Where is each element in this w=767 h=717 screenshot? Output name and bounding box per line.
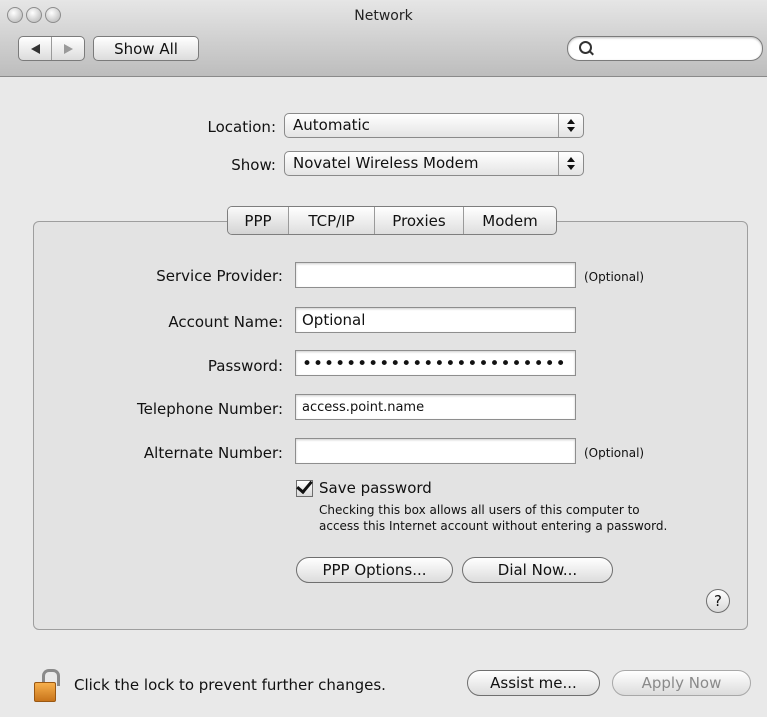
show-all-button[interactable]: Show All (93, 36, 199, 61)
save-password-hint-line2: access this Internet account without ent… (319, 519, 668, 533)
tab-tcp-ip[interactable]: TCP/IP (289, 207, 375, 234)
tab-bar: PPP TCP/IP Proxies Modem (227, 206, 557, 235)
account-name-label: Account Name: (168, 313, 283, 331)
show-label: Show: (231, 156, 276, 174)
alternate-number-field[interactable] (295, 438, 576, 464)
alternate-number-label: Alternate Number: (143, 444, 283, 462)
password-field[interactable]: •••••••••••••••••••••••• (295, 350, 576, 376)
assist-me-button[interactable]: Assist me... (467, 670, 600, 696)
apply-now-button[interactable]: Apply Now (612, 670, 751, 696)
back-arrow-icon (30, 43, 40, 54)
forward-arrow-icon (63, 43, 73, 54)
window-toolbar: Network Show All (0, 0, 767, 77)
ppp-options-button[interactable]: PPP Options... (296, 557, 453, 583)
password-label: Password: (207, 357, 283, 375)
telephone-number-label: Telephone Number: (137, 400, 283, 418)
search-field[interactable] (567, 36, 763, 61)
lock-status-text: Click the lock to prevent further change… (74, 676, 386, 694)
search-input[interactable] (596, 39, 750, 59)
location-popup[interactable]: Automatic (284, 113, 584, 138)
checkmark-icon (296, 476, 313, 495)
popup-arrows-icon (558, 114, 583, 137)
forward-button[interactable] (52, 37, 84, 60)
window-title: Network (354, 8, 413, 24)
show-popup[interactable]: Novatel Wireless Modem (284, 151, 584, 176)
help-button[interactable]: ? (706, 589, 730, 613)
tab-proxies[interactable]: Proxies (375, 207, 464, 234)
location-value: Automatic (293, 116, 370, 134)
tab-modem[interactable]: Modem (464, 207, 556, 234)
dial-now-button[interactable]: Dial Now... (462, 557, 613, 583)
alternate-number-optional: (Optional) (584, 446, 645, 460)
search-icon (579, 41, 592, 54)
account-name-field[interactable]: Optional (295, 307, 576, 333)
lock-icon[interactable] (34, 669, 60, 702)
back-forward-control (18, 36, 85, 61)
save-password-checkbox[interactable] (296, 476, 313, 497)
show-value: Novatel Wireless Modem (293, 154, 479, 172)
tab-ppp[interactable]: PPP (228, 207, 289, 234)
service-provider-label: Service Provider: (156, 267, 283, 285)
back-button[interactable] (19, 37, 52, 60)
save-password-label: Save password (319, 479, 432, 497)
service-provider-field[interactable] (295, 262, 576, 288)
save-password-hint: Checking this box allows all users of th… (319, 502, 739, 534)
popup-arrows-icon (558, 152, 583, 175)
save-password-hint-line1: Checking this box allows all users of th… (319, 503, 640, 517)
telephone-number-field[interactable]: access.point.name (295, 394, 576, 420)
service-provider-optional: (Optional) (584, 270, 645, 284)
location-label: Location: (207, 118, 277, 136)
